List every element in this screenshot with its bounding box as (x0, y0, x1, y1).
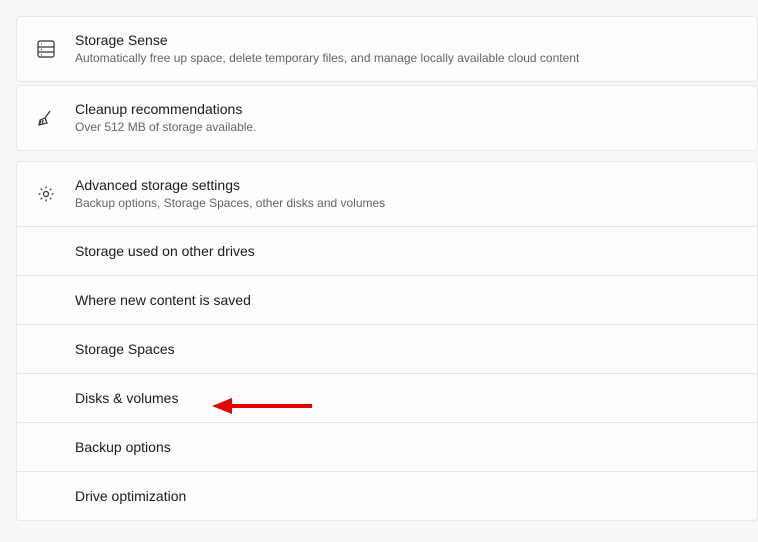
subitem-new-content[interactable]: Where new content is saved (16, 276, 758, 325)
subitem-storage-spaces[interactable]: Storage Spaces (16, 325, 758, 374)
cleanup-subtitle: Over 512 MB of storage available. (75, 119, 256, 136)
cleanup-card[interactable]: Cleanup recommendations Over 512 MB of s… (16, 85, 758, 151)
subitem-backup-options[interactable]: Backup options (16, 423, 758, 472)
cleanup-title: Cleanup recommendations (75, 100, 256, 118)
advanced-storage-card[interactable]: Advanced storage settings Backup options… (16, 161, 758, 227)
gear-icon (35, 183, 57, 205)
storage-sense-card[interactable]: Storage Sense Automatically free up spac… (16, 16, 758, 82)
storage-sense-title: Storage Sense (75, 31, 579, 49)
storage-sense-subtitle: Automatically free up space, delete temp… (75, 50, 579, 67)
broom-icon (35, 107, 57, 129)
subitem-disks-volumes[interactable]: Disks & volumes (16, 374, 758, 423)
subitem-drive-optimization[interactable]: Drive optimization (16, 472, 758, 521)
subitem-storage-used[interactable]: Storage used on other drives (16, 227, 758, 276)
advanced-title: Advanced storage settings (75, 176, 385, 194)
storage-icon (35, 38, 57, 60)
advanced-subtitle: Backup options, Storage Spaces, other di… (75, 195, 385, 212)
